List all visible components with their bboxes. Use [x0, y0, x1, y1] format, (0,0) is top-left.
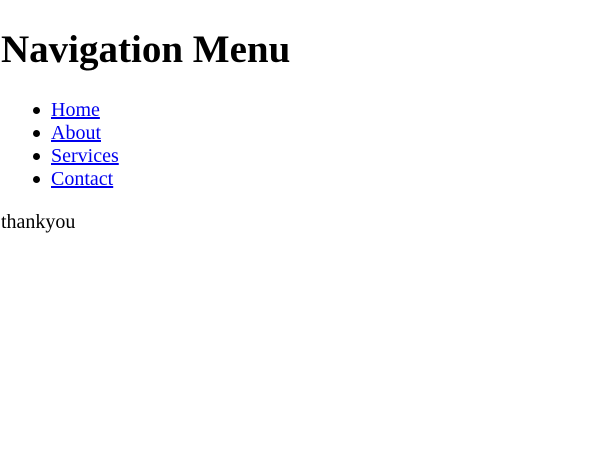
bullet-icon	[33, 176, 40, 183]
bullet-icon	[33, 107, 40, 114]
nav-link-contact[interactable]: Contact	[51, 168, 113, 190]
page-title: Navigation Menu	[1, 28, 291, 71]
bullet-icon	[33, 130, 40, 137]
nav-item-about: About	[0, 122, 119, 145]
nav-item-services: Services	[0, 145, 119, 168]
navigation-menu: Home About Services Contact	[0, 99, 119, 191]
nav-link-services[interactable]: Services	[51, 145, 119, 167]
nav-item-contact: Contact	[0, 168, 119, 191]
page: Navigation Menu Home About Services Cont…	[0, 0, 602, 454]
nav-link-home[interactable]: Home	[51, 99, 100, 121]
bullet-icon	[33, 153, 40, 160]
footer-text: thankyou	[1, 211, 76, 233]
nav-link-about[interactable]: About	[51, 122, 101, 144]
nav-item-home: Home	[0, 99, 119, 122]
